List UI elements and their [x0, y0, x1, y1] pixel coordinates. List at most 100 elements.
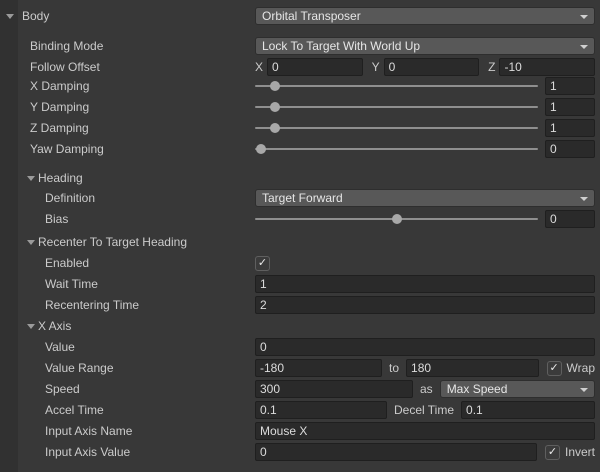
slider-track [255, 127, 538, 129]
recentering-time-label: Recentering Time [45, 298, 139, 312]
x-damping-label: X Damping [30, 79, 89, 93]
slider-knob[interactable] [270, 123, 280, 133]
value-range-max: 180 [411, 361, 431, 375]
body-pipeline-dropdown[interactable]: Orbital Transposer [255, 7, 595, 25]
wait-time-label: Wait Time [45, 277, 98, 291]
decel-time-label: Decel Time [394, 403, 454, 417]
follow-offset-z-label: Z [488, 60, 495, 74]
y-damping-value: 1 [550, 100, 557, 114]
x-damping-field[interactable]: 1 [545, 77, 595, 95]
invert-label: Invert [565, 445, 595, 459]
input-axis-name-label: Input Axis Name [45, 424, 132, 438]
z-damping-field[interactable]: 1 [545, 119, 595, 137]
speed-field[interactable]: 300 [255, 380, 413, 398]
x-axis-foldout-label[interactable]: X Axis [38, 319, 71, 333]
z-damping-label: Z Damping [30, 121, 89, 135]
row-wait-time: Wait Time 1 [0, 274, 600, 294]
slider-knob[interactable] [256, 144, 266, 154]
row-enabled: Enabled ✓ [0, 253, 600, 273]
bias-slider[interactable] [255, 210, 538, 228]
recentering-time-field[interactable]: 2 [255, 296, 595, 314]
decel-time-field[interactable]: 0.1 [461, 401, 595, 419]
accel-time-label: Accel Time [45, 403, 104, 417]
follow-offset-y-label: Y [372, 60, 380, 74]
checkmark-icon: ✓ [548, 447, 557, 458]
z-damping-slider[interactable] [255, 119, 538, 137]
value-field[interactable]: 0 [255, 338, 595, 356]
wait-time-value: 1 [260, 277, 267, 291]
x-damping-slider[interactable] [255, 77, 538, 95]
value-range-max-field[interactable]: 180 [406, 359, 539, 377]
z-damping-value: 1 [550, 121, 557, 135]
x-damping-value: 1 [550, 79, 557, 93]
row-y-damping: Y Damping 1 [0, 97, 600, 117]
follow-offset-x-field[interactable]: 0 [267, 58, 363, 76]
row-x-axis-foldout: X Axis [0, 316, 600, 336]
yaw-damping-slider[interactable] [255, 140, 538, 158]
recenter-foldout-label[interactable]: Recenter To Target Heading [38, 235, 187, 249]
row-body: Body Orbital Transposer [0, 6, 600, 26]
y-damping-slider[interactable] [255, 98, 538, 116]
foldout-triangle-icon[interactable] [27, 324, 35, 329]
foldout-triangle-icon[interactable] [27, 240, 35, 245]
enabled-checkbox[interactable]: ✓ [255, 256, 270, 271]
decel-time-value: 0.1 [466, 403, 483, 417]
bias-field[interactable]: 0 [545, 210, 595, 228]
row-recentering-time: Recentering Time 2 [0, 295, 600, 315]
yaw-damping-field[interactable]: 0 [545, 140, 595, 158]
value-range-label: Value Range [45, 361, 114, 375]
row-x-damping: X Damping 1 [0, 76, 600, 96]
accel-time-value: 0.1 [260, 403, 277, 417]
row-recenter-foldout: Recenter To Target Heading [0, 232, 600, 252]
foldout-triangle-icon[interactable] [27, 176, 35, 181]
binding-mode-dropdown[interactable]: Lock To Target With World Up [255, 37, 595, 55]
slider-knob[interactable] [392, 214, 402, 224]
row-follow-offset: Follow Offset X 0 Y 0 Z -10 [0, 57, 600, 77]
value-value: 0 [260, 340, 267, 354]
row-input-axis-name: Input Axis Name Mouse X [0, 421, 600, 441]
dropdown-arrow-icon [580, 45, 588, 49]
wrap-checkbox[interactable]: ✓ [547, 361, 562, 376]
slider-track [255, 85, 538, 87]
value-range-min-field[interactable]: -180 [255, 359, 382, 377]
row-yaw-damping: Yaw Damping 0 [0, 139, 600, 159]
value-range-to-label: to [389, 361, 399, 375]
speed-mode-dropdown[interactable]: Max Speed [440, 380, 595, 398]
row-definition: Definition Target Forward [0, 188, 600, 208]
definition-dropdown[interactable]: Target Forward [255, 189, 595, 207]
slider-knob[interactable] [270, 81, 280, 91]
input-axis-value-field[interactable]: 0 [255, 443, 537, 461]
value-range-min: -180 [260, 361, 284, 375]
invert-group: ✓ Invert [545, 445, 595, 460]
bias-value: 0 [550, 212, 557, 226]
foldout-triangle-icon[interactable] [6, 14, 14, 19]
row-input-axis-value: Input Axis Value 0 ✓ Invert [0, 442, 600, 462]
follow-offset-x-label: X [255, 60, 263, 74]
dropdown-arrow-icon [580, 15, 588, 19]
value-label: Value [45, 340, 75, 354]
slider-knob[interactable] [270, 102, 280, 112]
slider-track [255, 106, 538, 108]
slider-track [255, 148, 538, 150]
wrap-label: Wrap [567, 361, 595, 375]
row-value-range: Value Range -180 to 180 ✓ Wrap [0, 358, 600, 378]
row-binding-mode: Binding Mode Lock To Target With World U… [0, 36, 600, 56]
binding-mode-label: Binding Mode [30, 39, 103, 53]
y-damping-label: Y Damping [30, 100, 89, 114]
speed-mode-value: Max Speed [447, 382, 508, 396]
wait-time-field[interactable]: 1 [255, 275, 595, 293]
input-axis-name-field[interactable]: Mouse X [255, 422, 595, 440]
follow-offset-z-field[interactable]: -10 [499, 58, 595, 76]
row-speed: Speed 300 as Max Speed [0, 379, 600, 399]
y-damping-field[interactable]: 1 [545, 98, 595, 116]
body-pipeline-value: Orbital Transposer [262, 9, 361, 23]
speed-value: 300 [260, 382, 280, 396]
yaw-damping-label: Yaw Damping [30, 142, 104, 156]
follow-offset-y-field[interactable]: 0 [384, 58, 480, 76]
definition-value: Target Forward [262, 191, 343, 205]
heading-foldout-label[interactable]: Heading [38, 171, 83, 185]
accel-time-field[interactable]: 0.1 [255, 401, 387, 419]
follow-offset-z-value: -10 [504, 60, 521, 74]
invert-checkbox[interactable]: ✓ [545, 445, 560, 460]
body-foldout-label[interactable]: Body [22, 9, 49, 23]
